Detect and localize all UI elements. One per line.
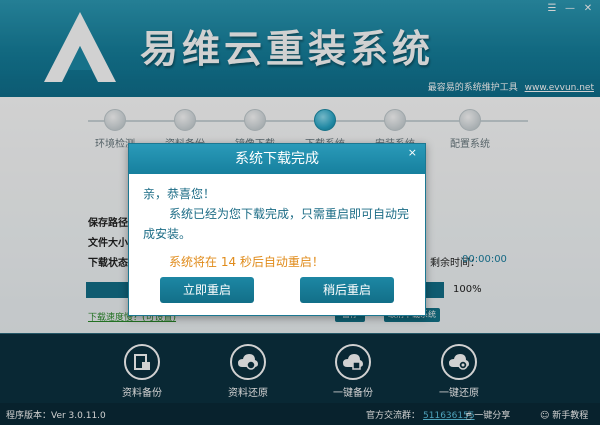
countdown-prefix: 系统将在	[169, 255, 221, 269]
dialog-countdown: 系统将在 14 秒后自动重启！	[143, 252, 411, 272]
countdown-seconds: 14	[220, 255, 237, 269]
restart-now-button[interactable]: 立即重启	[160, 277, 254, 303]
dialog-message: 系统已经为您下载完成，只需重启即可自动完成安装。	[143, 207, 410, 241]
restart-later-button[interactable]: 稍后重启	[300, 277, 394, 303]
dialog-buttons: 立即重启 稍后重启	[129, 277, 425, 303]
dialog-titlebar: 系统下载完成 ×	[129, 144, 425, 174]
dialog-close-icon[interactable]: ×	[408, 144, 417, 162]
countdown-suffix: 秒后自动重启！	[236, 255, 324, 269]
dialog-greeting: 亲，恭喜您！	[143, 187, 216, 201]
download-complete-dialog: 系统下载完成 × 亲，恭喜您！ 系统已经为您下载完成，只需重启即可自动完成安装。…	[128, 143, 426, 316]
dialog-title: 系统下载完成	[235, 151, 319, 167]
dialog-body: 亲，恭喜您！ 系统已经为您下载完成，只需重启即可自动完成安装。 系统将在 14 …	[129, 174, 425, 272]
